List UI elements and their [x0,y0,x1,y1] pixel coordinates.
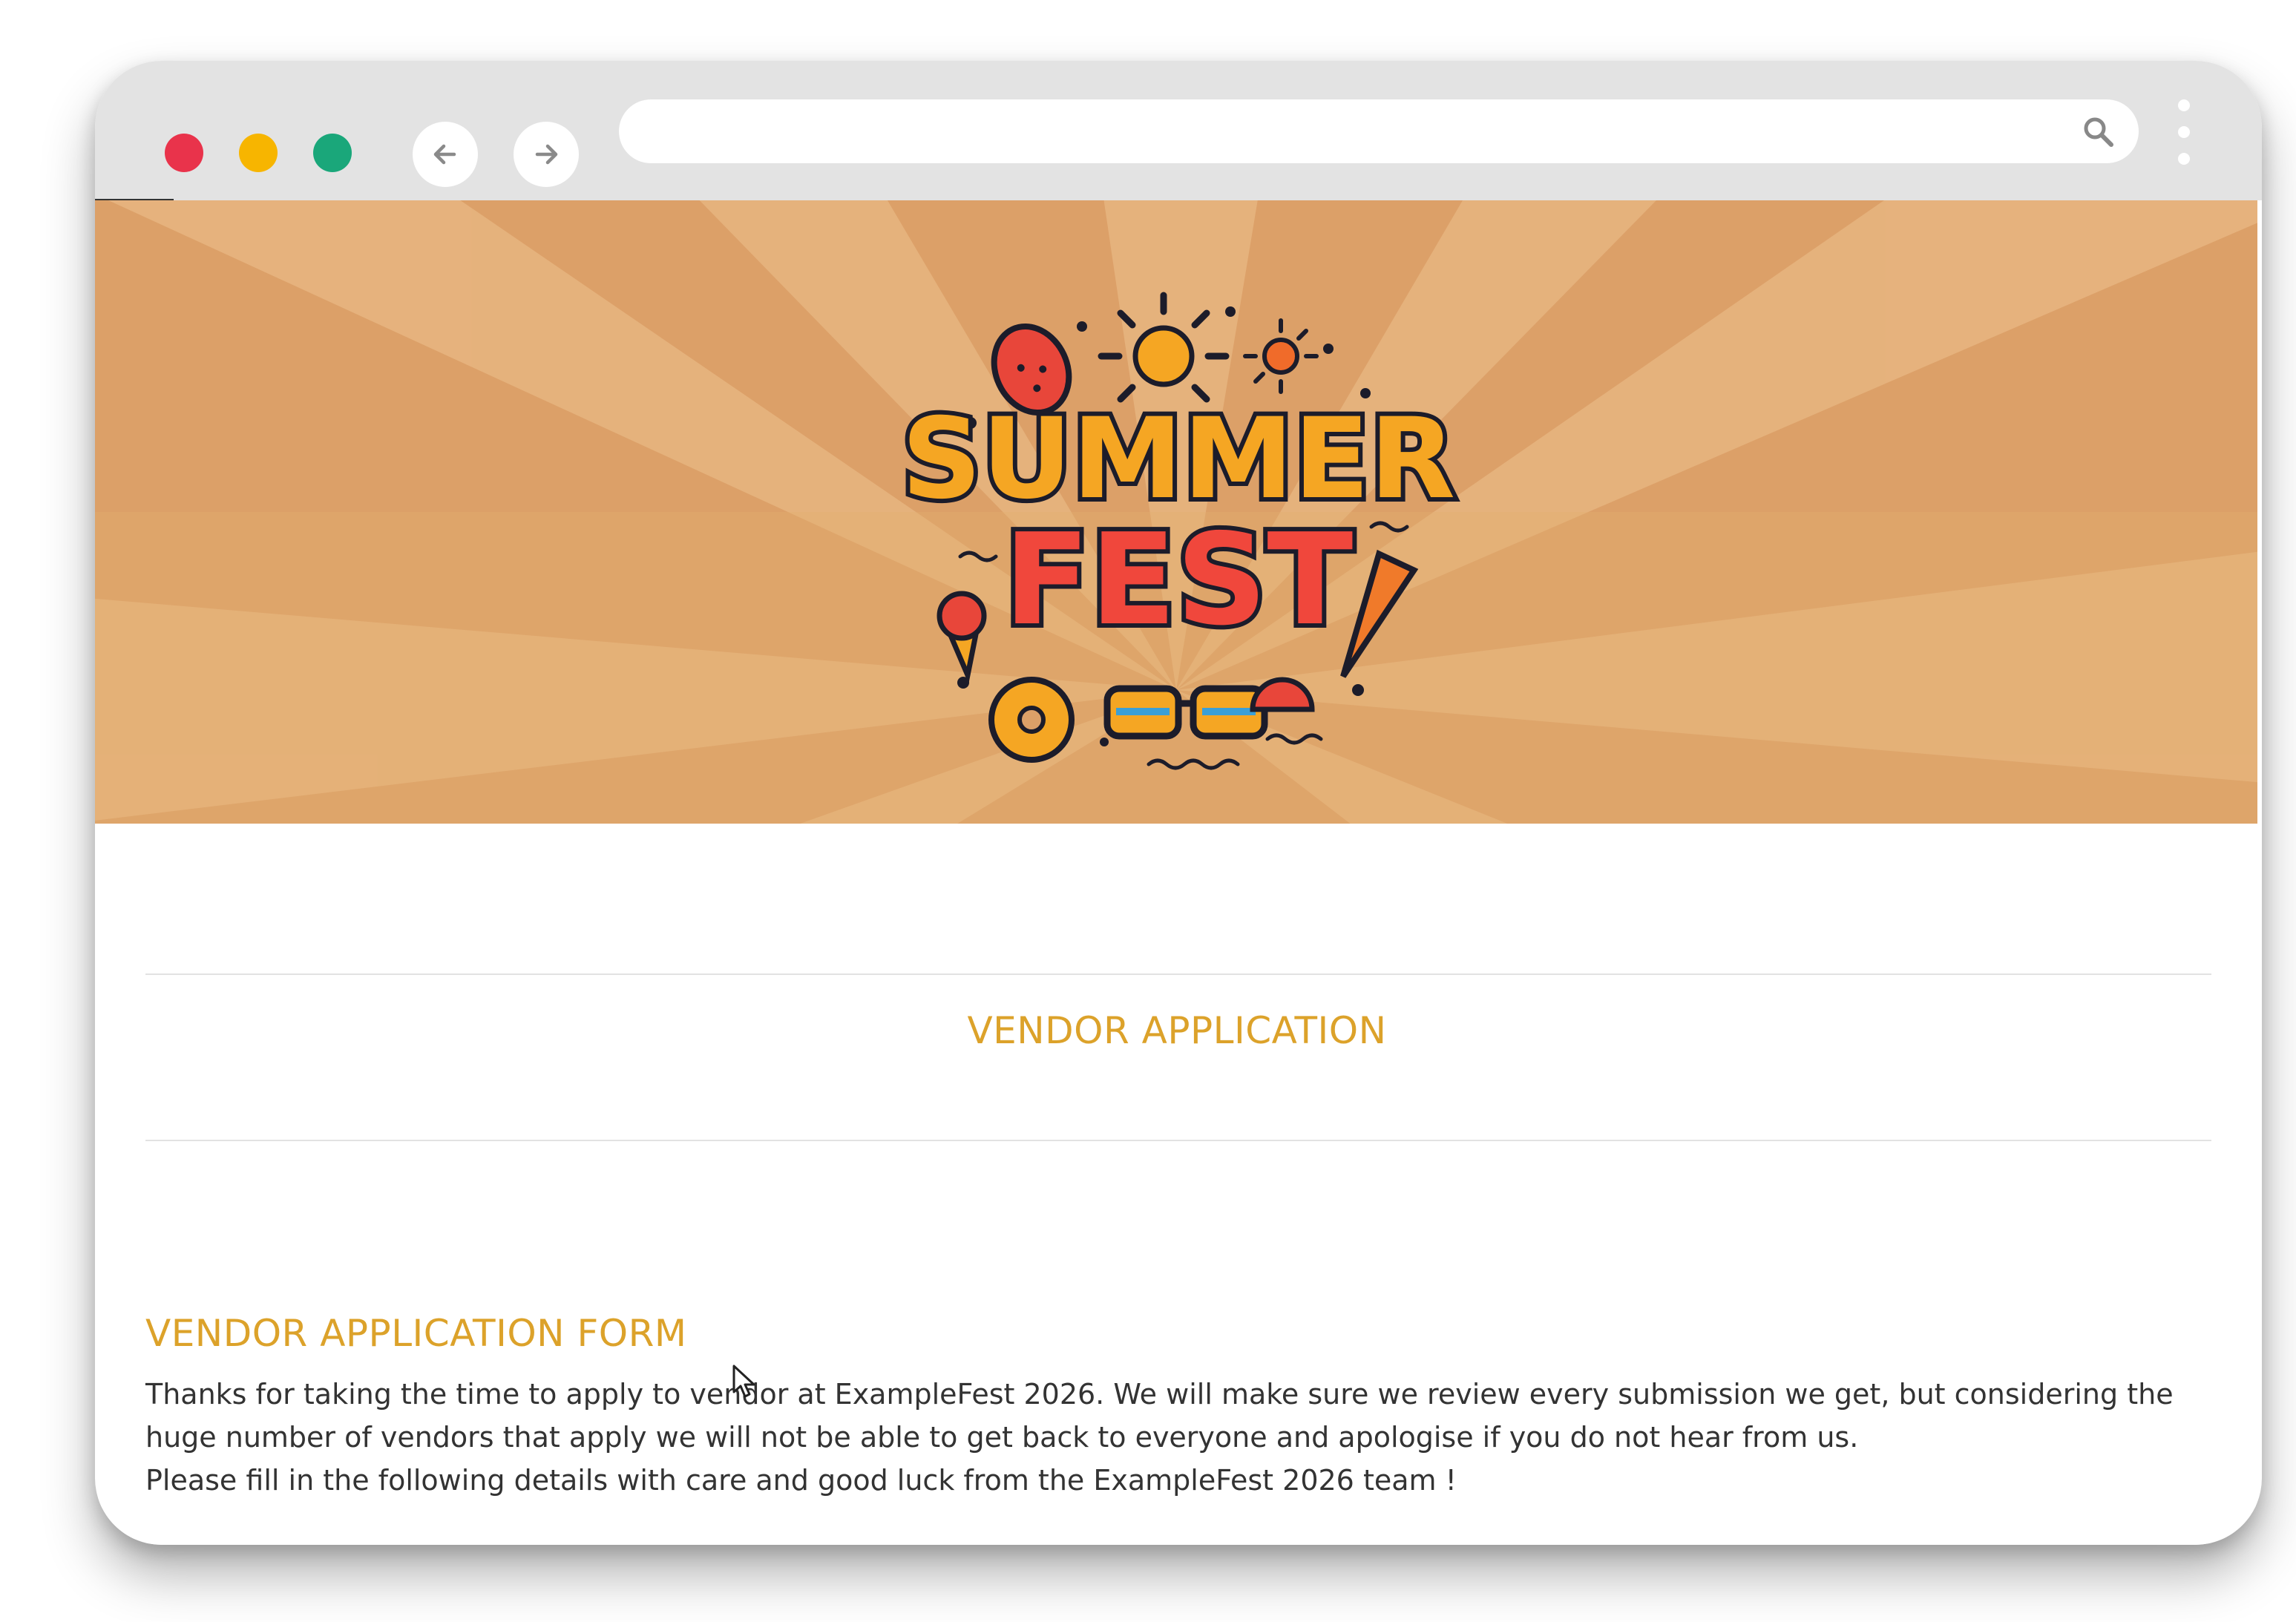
window-close-button[interactable] [165,134,203,172]
screenshot-stage: SUMMER FEST VENDOR APPLICATION VENDOR AP… [0,0,2296,1622]
hero-banner: SUMMER FEST [95,200,2257,824]
browser-toolbar [95,61,2262,200]
browser-window: SUMMER FEST VENDOR APPLICATION VENDOR AP… [95,61,2262,1545]
address-bar[interactable] [619,99,2139,163]
logo-text-fest: FEST [1004,507,1354,654]
window-minimize-button[interactable] [239,134,278,172]
logo-text-summer: SUMMER [902,395,1455,524]
page-content: VENDOR APPLICATION VENDOR APPLICATION FO… [98,824,2256,1545]
divider-bottom [145,1140,2211,1141]
arrow-right-icon [535,144,558,165]
form-title: VENDOR APPLICATION FORM [145,1312,687,1355]
kebab-menu-icon[interactable] [2174,99,2194,168]
mouse-cursor-icon [732,1365,755,1398]
window-zoom-button[interactable] [313,134,352,172]
back-button[interactable] [413,122,478,187]
closing-paragraph: Please fill in the following details wit… [145,1464,1457,1497]
search-icon[interactable] [2081,114,2116,150]
section-title: VENDOR APPLICATION [967,1009,1387,1052]
sunburst-background: SUMMER FEST [95,200,2257,824]
arrow-left-icon [433,144,456,165]
intro-paragraph: Thanks for taking the time to apply to v… [145,1378,2174,1454]
forward-button[interactable] [514,122,579,187]
divider-top [145,973,2211,975]
